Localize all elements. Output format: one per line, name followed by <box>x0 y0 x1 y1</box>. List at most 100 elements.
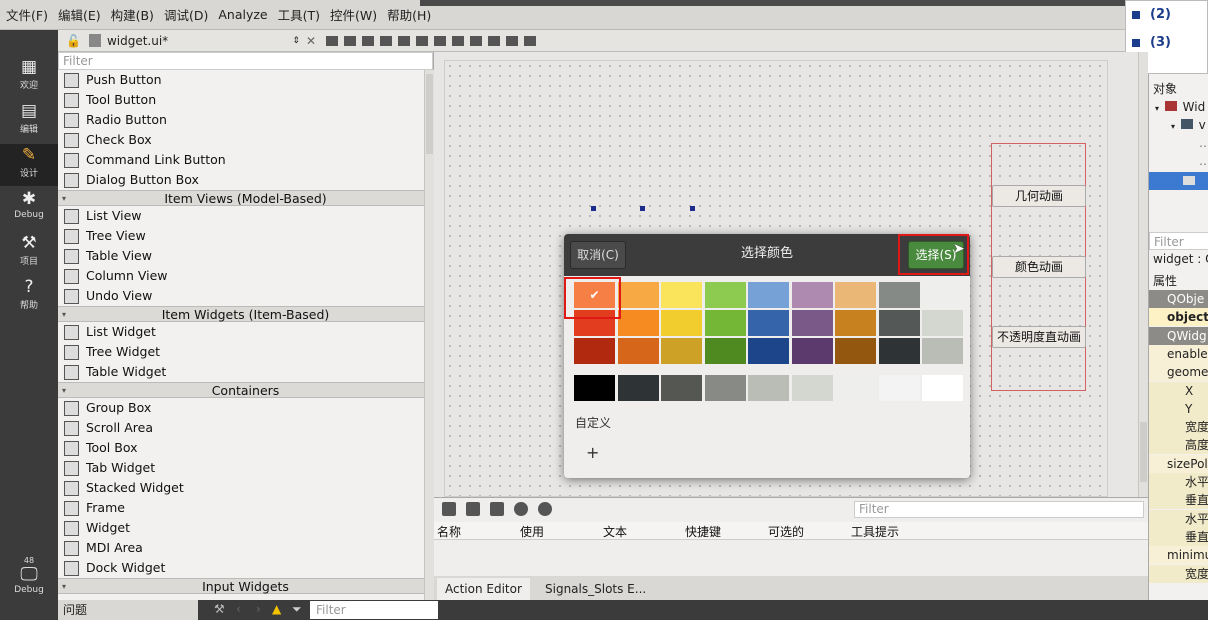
property-row[interactable]: Y <box>1149 399 1208 418</box>
column-header[interactable]: 快捷键 <box>685 523 721 540</box>
edit-signals-icon[interactable] <box>344 35 356 46</box>
break-layout-icon[interactable] <box>506 35 518 46</box>
menu-item[interactable]: 编辑(E) <box>58 5 101 24</box>
widget-category[interactable]: Item Widgets (Item-Based) <box>58 306 433 323</box>
object-tree-leaf[interactable]: … <box>1149 134 1208 152</box>
color-swatch[interactable] <box>704 310 746 336</box>
geometry-animation-button[interactable]: 几何动画 <box>992 185 1086 207</box>
color-swatch[interactable] <box>748 310 789 336</box>
color-swatch[interactable] <box>704 282 746 308</box>
widget-item[interactable]: Tool Button <box>58 90 433 110</box>
widget-item[interactable]: Dialog Button Box <box>58 170 433 190</box>
property-row[interactable]: 垂直 <box>1149 527 1208 546</box>
widget-box-scrollbar[interactable] <box>424 70 434 600</box>
gray-swatch[interactable] <box>748 375 789 401</box>
menu-item[interactable]: 调试(D) <box>164 5 208 24</box>
doc-switch-icon[interactable]: ⇕ <box>292 36 300 46</box>
color-swatch[interactable] <box>617 282 659 308</box>
property-row[interactable]: QObje <box>1149 290 1208 308</box>
color-swatch[interactable] <box>878 338 920 364</box>
warning-icon[interactable]: ▲ <box>272 602 281 616</box>
document-tab[interactable]: 🔓 widget.ui* ⇕ ✕ <box>58 30 320 52</box>
menu-item[interactable]: 工具(T) <box>278 5 320 24</box>
color-swatch[interactable] <box>574 338 615 364</box>
gray-swatch[interactable] <box>574 375 615 401</box>
widget-item[interactable]: Tab Widget <box>58 458 433 478</box>
edit-buddies-icon[interactable] <box>362 35 374 46</box>
close-icon[interactable]: ✕ <box>306 34 316 48</box>
column-header[interactable]: 工具提示 <box>851 523 899 540</box>
property-row[interactable]: sizePol <box>1149 454 1208 473</box>
widget-item[interactable]: Tree View <box>58 226 433 246</box>
color-swatch[interactable] <box>878 310 920 336</box>
widget-item[interactable]: Tree Widget <box>58 342 433 362</box>
menu-item[interactable]: Analyze <box>218 7 267 22</box>
canvas-scrollbar[interactable] <box>1138 52 1148 497</box>
property-row[interactable]: 水平 <box>1149 473 1208 491</box>
color-swatch[interactable] <box>835 282 876 308</box>
selection-handle[interactable] <box>591 206 596 211</box>
color-swatch[interactable] <box>878 282 920 308</box>
property-row[interactable]: 宽度 <box>1149 564 1208 583</box>
gray-swatch[interactable] <box>922 375 963 401</box>
color-swatch[interactable] <box>661 282 702 308</box>
object-tree-child[interactable]: ▾ v <box>1149 116 1208 134</box>
configure-action-icon[interactable] <box>538 502 552 516</box>
menu-item[interactable]: 构建(B) <box>111 5 154 24</box>
tab-signals-slots[interactable]: Signals_Slots E... <box>537 578 654 600</box>
gray-swatch[interactable] <box>704 375 746 401</box>
property-row[interactable]: 垂直 <box>1149 491 1208 510</box>
back-icon[interactable]: ‹ <box>236 602 241 616</box>
menu-item[interactable]: 控件(W) <box>330 5 377 24</box>
paste-action-icon[interactable] <box>490 502 504 516</box>
issues-pane-title[interactable]: 问题 <box>58 600 198 620</box>
property-row[interactable]: 高度 <box>1149 436 1208 455</box>
filter-icon[interactable]: ⏷ <box>292 602 302 617</box>
layout-splitter-v-icon[interactable] <box>452 35 464 46</box>
color-swatch[interactable] <box>704 338 746 364</box>
edit-widgets-icon[interactable] <box>326 35 338 46</box>
widget-item[interactable]: Tool Box <box>58 438 433 458</box>
gray-swatch[interactable] <box>835 375 876 401</box>
action-filter-input[interactable]: Filter <box>854 501 1144 518</box>
color-swatch[interactable] <box>661 338 702 364</box>
selection-handle[interactable] <box>640 206 645 211</box>
cancel-button[interactable]: 取消(C) <box>570 241 626 269</box>
property-row[interactable]: enabled <box>1149 344 1208 363</box>
build-icon[interactable]: ⚒ <box>214 602 225 616</box>
widget-filter-input[interactable]: Filter <box>58 52 433 70</box>
layout-form-icon[interactable] <box>470 35 482 46</box>
adjust-size-icon[interactable] <box>524 35 536 46</box>
property-row[interactable]: 水平 <box>1149 509 1208 528</box>
color-swatch[interactable] <box>791 310 833 336</box>
widget-item[interactable]: Table View <box>58 246 433 266</box>
color-swatch[interactable] <box>661 310 702 336</box>
issues-filter-input[interactable]: Filter <box>310 601 438 619</box>
gray-swatch[interactable] <box>661 375 702 401</box>
mode-设计[interactable]: ✎ 设计 <box>0 144 58 186</box>
property-row[interactable]: 宽度 <box>1149 418 1208 437</box>
mode-项目[interactable]: ⚒ 项目 <box>0 232 58 274</box>
column-header[interactable]: 使用 <box>520 523 544 540</box>
property-filter-input[interactable]: Filter <box>1149 232 1208 250</box>
gray-swatch[interactable] <box>617 375 659 401</box>
tab-action-editor[interactable]: Action Editor <box>437 578 530 600</box>
copy-action-icon[interactable] <box>466 502 480 516</box>
widget-item[interactable]: Group Box <box>58 398 433 418</box>
widget-item[interactable]: Radio Button <box>58 110 433 130</box>
widget-item[interactable]: Frame <box>58 498 433 518</box>
mode-编辑[interactable]: ▤ 编辑 <box>0 100 58 142</box>
widget-category[interactable]: Containers <box>58 382 433 399</box>
color-swatch[interactable] <box>617 338 659 364</box>
object-tree-root[interactable]: ▾ Wid <box>1149 98 1208 116</box>
color-swatch[interactable] <box>748 282 789 308</box>
object-tree-selected[interactable] <box>1149 172 1208 190</box>
color-swatch[interactable] <box>922 310 963 336</box>
selection-handle[interactable] <box>690 206 695 211</box>
object-tree-leaf[interactable]: … <box>1149 152 1208 170</box>
expand-icon[interactable]: ▾ <box>1171 122 1175 131</box>
mode-帮助[interactable]: ? 帮助 <box>0 276 58 318</box>
column-header[interactable]: 名称 <box>437 523 461 540</box>
widget-category[interactable]: Item Views (Model-Based) <box>58 190 433 207</box>
color-swatch[interactable] <box>748 338 789 364</box>
